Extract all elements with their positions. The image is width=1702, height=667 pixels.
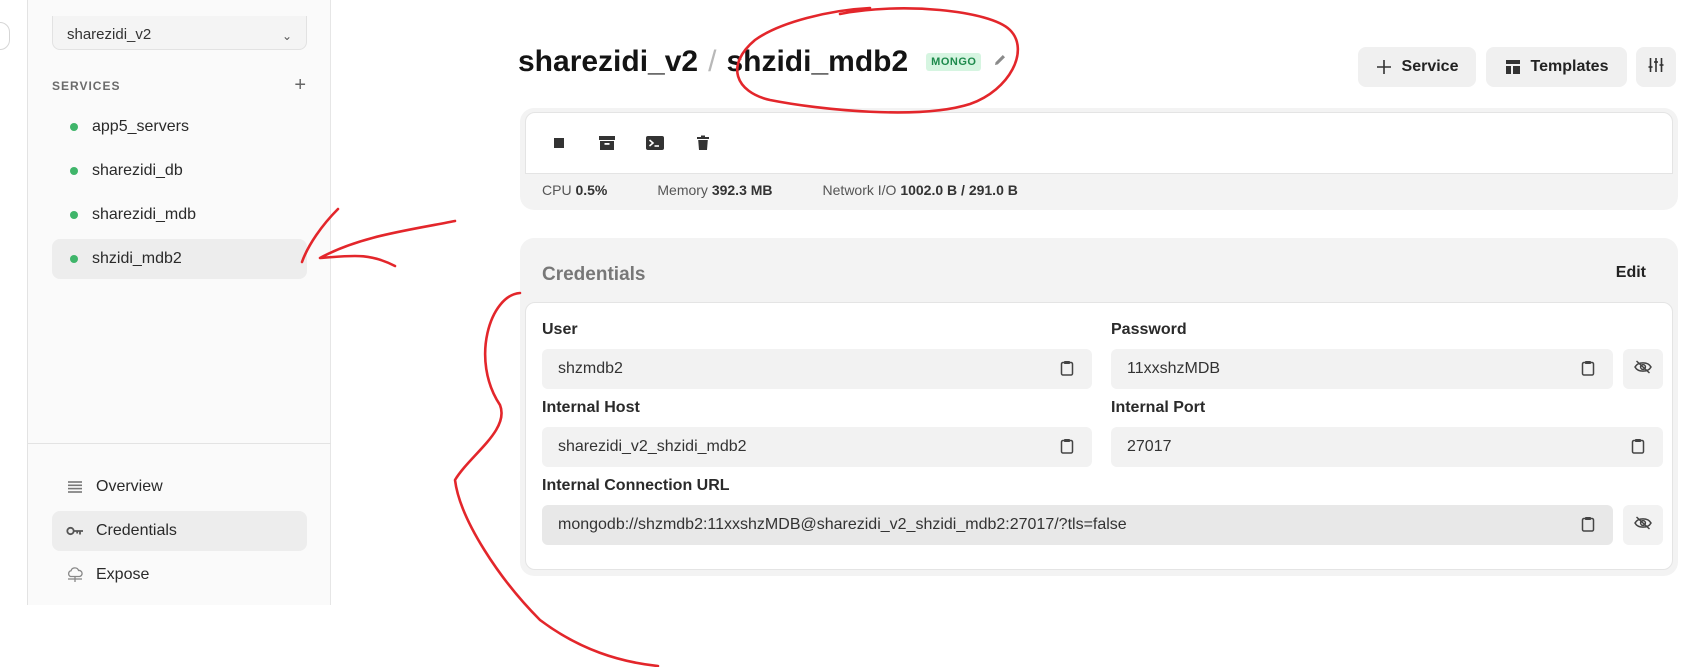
user-label: User xyxy=(542,321,578,338)
app-page: sharezidi_v2 ⌄ SERVICES + app5_servers s… xyxy=(0,0,1702,667)
user-field[interactable]: shzmdb2 xyxy=(542,349,1092,389)
plus-icon xyxy=(1376,59,1392,75)
status-card: CPU 0.5% Memory 392.3 MB Network I/O 100… xyxy=(520,108,1678,210)
connection-url-value: mongodb://shzmdb2:11xxshzMDB@sharezidi_v… xyxy=(558,516,1127,533)
nav-overview[interactable]: Overview xyxy=(52,467,307,507)
credentials-card: Credentials Edit User shzmdb2 Password 1… xyxy=(520,238,1678,576)
sidebar-item-label: sharezidi_db xyxy=(92,162,183,179)
internal-host-value: sharezidi_v2_shzidi_mdb2 xyxy=(558,438,747,455)
memory-value: 392.3 MB xyxy=(711,182,773,198)
add-service-plus-icon[interactable]: + xyxy=(294,74,307,97)
nav-expose[interactable]: Expose xyxy=(52,555,307,595)
user-value: shzmdb2 xyxy=(558,360,623,377)
sidebar-item-shzidi-mdb2[interactable]: shzidi_mdb2 xyxy=(52,239,307,279)
nav-label: Overview xyxy=(96,478,163,495)
password-field[interactable]: 11xxshzMDB xyxy=(1111,349,1613,389)
project-select[interactable]: sharezidi_v2 ⌄ xyxy=(52,16,307,50)
nav-label: Expose xyxy=(96,566,150,583)
memory-label: Memory xyxy=(657,182,708,198)
eye-off-icon xyxy=(1634,359,1652,379)
archive-icon[interactable] xyxy=(594,130,620,156)
templates-icon xyxy=(1505,59,1521,75)
nav-credentials[interactable]: Credentials xyxy=(52,511,307,551)
breadcrumb-project[interactable]: sharezidi_v2 xyxy=(518,45,698,79)
internal-host-label: Internal Host xyxy=(542,399,640,416)
credentials-body: User shzmdb2 Password 11xxshzMDB Interna… xyxy=(525,302,1673,570)
cpu-label: CPU xyxy=(542,182,572,198)
status-dot-icon xyxy=(70,255,78,263)
add-service-button[interactable]: Service xyxy=(1358,47,1476,87)
connection-url-field[interactable]: mongodb://shzmdb2:11xxshzMDB@sharezidi_v… xyxy=(542,505,1613,545)
network-metric: Network I/O 1002.0 B / 291.0 B xyxy=(823,182,1018,198)
internal-port-label: Internal Port xyxy=(1111,399,1206,416)
terminal-icon[interactable] xyxy=(642,130,668,156)
cpu-value: 0.5% xyxy=(575,182,608,198)
password-label: Password xyxy=(1111,321,1187,338)
collapse-handle[interactable] xyxy=(0,22,10,50)
internal-host-field[interactable]: sharezidi_v2_shzidi_mdb2 xyxy=(542,427,1092,467)
stop-icon[interactable] xyxy=(546,130,572,156)
templates-button[interactable]: Templates xyxy=(1486,47,1627,87)
sidebar-item-app5-servers[interactable]: app5_servers xyxy=(52,107,307,147)
list-icon xyxy=(66,478,84,496)
cpu-metric: CPU 0.5% xyxy=(542,182,607,198)
sidebar-item-label: app5_servers xyxy=(92,118,189,135)
project-select-value: sharezidi_v2 xyxy=(67,26,152,43)
breadcrumb-separator: / xyxy=(708,45,717,78)
trash-icon[interactable] xyxy=(690,130,716,156)
credentials-title: Credentials xyxy=(542,264,646,285)
sidebar-divider xyxy=(28,443,331,444)
sidebar-item-sharezidi-mdb[interactable]: sharezidi_mdb xyxy=(52,195,307,235)
action-toolbar xyxy=(525,112,1673,174)
toggle-password-visibility[interactable] xyxy=(1623,349,1663,389)
copy-icon[interactable] xyxy=(1060,438,1078,456)
db-type-badge: MONGO xyxy=(926,53,982,71)
sliders-icon xyxy=(1647,56,1665,79)
password-value: 11xxshzMDB xyxy=(1127,360,1221,377)
sidebar: sharezidi_v2 ⌄ SERVICES + app5_servers s… xyxy=(0,0,331,605)
templates-label: Templates xyxy=(1530,58,1609,75)
internal-port-value: 27017 xyxy=(1127,438,1172,455)
internal-port-field[interactable]: 27017 xyxy=(1111,427,1663,467)
connection-url-label: Internal Connection URL xyxy=(542,477,730,494)
network-value: 1002.0 B / 291.0 B xyxy=(900,182,1018,198)
breadcrumb-service: shzidi_mdb2 xyxy=(726,45,909,78)
sidebar-item-label: shzidi_mdb2 xyxy=(92,250,182,267)
resource-metrics: CPU 0.5% Memory 392.3 MB Network I/O 100… xyxy=(542,182,1018,198)
settings-button[interactable] xyxy=(1636,47,1676,87)
copy-icon[interactable] xyxy=(1581,516,1599,534)
toggle-url-visibility[interactable] xyxy=(1623,505,1663,545)
pencil-icon[interactable] xyxy=(993,53,1007,72)
services-heading-label: SERVICES xyxy=(52,78,121,93)
cloud-icon xyxy=(66,566,84,584)
sidebar-item-label: sharezidi_mdb xyxy=(92,206,197,223)
sidebar-item-sharezidi-db[interactable]: sharezidi_db xyxy=(52,151,307,191)
status-dot-icon xyxy=(70,123,78,131)
services-heading: SERVICES + xyxy=(52,74,307,97)
status-dot-icon xyxy=(70,167,78,175)
page-title: sharezidi_v2 / shzidi_mdb2 MONGO xyxy=(518,45,1007,79)
left-rail xyxy=(0,0,28,605)
network-label: Network I/O xyxy=(822,182,897,198)
chevron-down-icon: ⌄ xyxy=(281,29,292,43)
status-dot-icon xyxy=(70,211,78,219)
copy-icon[interactable] xyxy=(1581,360,1599,378)
key-icon xyxy=(66,522,84,540)
nav-label: Credentials xyxy=(96,522,177,539)
copy-icon[interactable] xyxy=(1631,438,1649,456)
add-service-label: Service xyxy=(1401,58,1459,75)
eye-off-icon xyxy=(1634,515,1652,535)
copy-icon[interactable] xyxy=(1060,360,1078,378)
edit-button[interactable]: Edit xyxy=(1616,264,1646,282)
memory-metric: Memory 392.3 MB xyxy=(657,182,772,198)
